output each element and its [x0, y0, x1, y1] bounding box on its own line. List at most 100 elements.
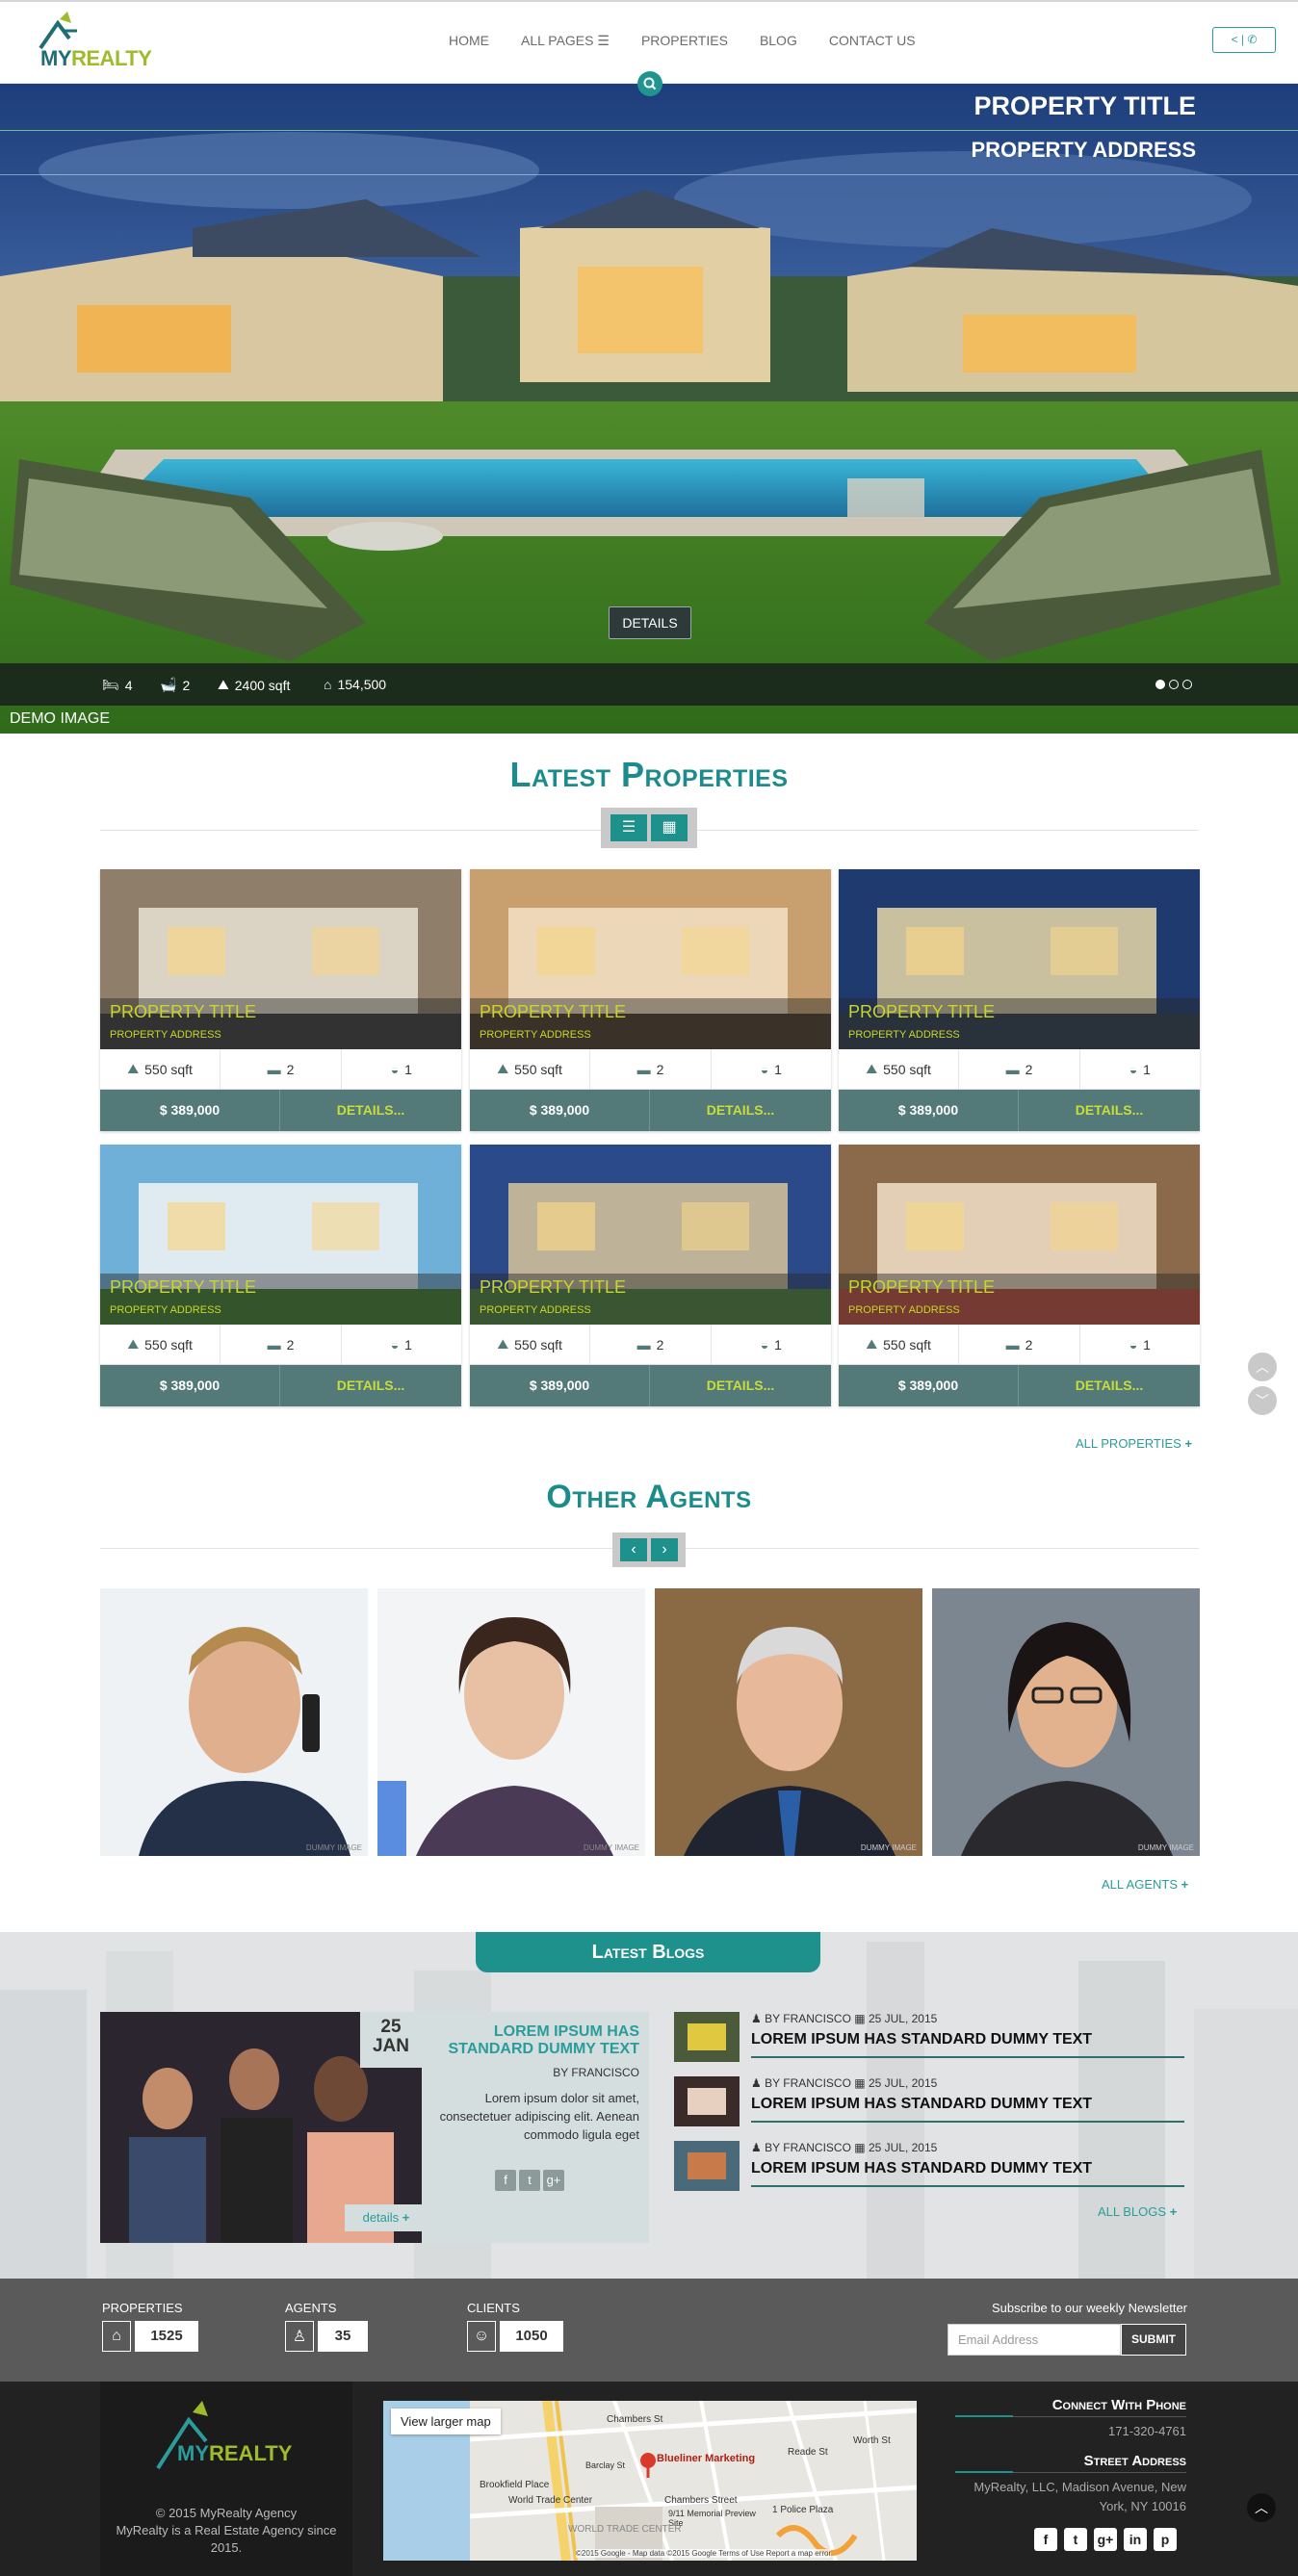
blog-author: BY FRANCISCO — [765, 2141, 851, 2154]
property-image[interactable]: PROPERTY TITLE PROPERTY ADDRESS — [470, 869, 831, 1049]
hero-price-value: 154,500 — [337, 677, 387, 692]
blog-title[interactable]: LOREM IPSUM HAS STANDARD DUMMY TEXT — [751, 2160, 1092, 2177]
google-plus-icon[interactable]: g+ — [543, 2170, 564, 2191]
facebook-icon[interactable]: f — [495, 2170, 516, 2191]
property-baths: ◒ 1 — [1080, 1325, 1200, 1364]
logo[interactable]: MYREALTY — [19, 10, 164, 77]
location-map[interactable]: View larger map Chambers St Brookfield P… — [383, 2401, 917, 2561]
property-area: ⛰ 550 sqft — [470, 1325, 591, 1364]
agent-watermark: DUMMY IMAGE — [1137, 1843, 1194, 1852]
blog-title[interactable]: LOREM IPSUM HAS STANDARD DUMMY TEXT — [751, 2096, 1092, 2113]
linkedin-icon[interactable]: in — [1124, 2528, 1147, 2551]
property-image[interactable]: PROPERTY TITLE PROPERTY ADDRESS — [100, 1145, 461, 1325]
next-arrow-icon[interactable]: › — [651, 1538, 678, 1561]
twitter-icon[interactable]: t — [1064, 2528, 1087, 2551]
agent-photo[interactable]: DUMMY IMAGE — [932, 1588, 1200, 1856]
facebook-icon[interactable]: f — [1034, 2528, 1057, 2551]
hero-baths: 🛁 2 — [160, 677, 190, 693]
blog-thumbnail[interactable] — [674, 2076, 740, 2126]
property-card[interactable]: PROPERTY TITLE PROPERTY ADDRESS ⛰ 550 sqf… — [839, 869, 1200, 1131]
nav-properties[interactable]: PROPERTIES — [641, 32, 728, 49]
property-area-value: 550 sqft — [514, 1061, 562, 1077]
featured-blog-details-button[interactable]: details + — [345, 2204, 428, 2231]
property-details-link[interactable]: DETAILS... — [280, 1365, 461, 1406]
agent-photo[interactable]: DUMMY IMAGE — [377, 1588, 645, 1856]
twitter-icon[interactable]: t — [519, 2170, 540, 2191]
blog-list-item[interactable]: ♟ BY FRANCISCO ▦ 25 JUL, 2015 LOREM IPSU… — [674, 2012, 1184, 2066]
property-title[interactable]: PROPERTY TITLE — [110, 1277, 256, 1298]
google-plus-icon[interactable]: g+ — [1094, 2528, 1117, 2551]
property-details-link[interactable]: DETAILS... — [650, 1090, 831, 1131]
hero-details-button[interactable]: DETAILS — [609, 606, 691, 639]
back-to-top-button[interactable]: ︿ — [1247, 2493, 1276, 2522]
slider-dot[interactable] — [1155, 680, 1165, 689]
all-properties-link[interactable]: ALL PROPERTIES + — [1076, 1436, 1192, 1451]
property-overlay: PROPERTY TITLE PROPERTY ADDRESS — [470, 998, 831, 1049]
property-price: $ 389,000 — [100, 1365, 280, 1406]
property-footer: $ 389,000 DETAILS... — [470, 1365, 831, 1406]
property-title[interactable]: PROPERTY TITLE — [480, 1277, 626, 1298]
property-beds-value: 2 — [1025, 1061, 1033, 1077]
property-address: PROPERTY ADDRESS — [110, 1029, 221, 1041]
footer-logo-my: MY — [177, 2441, 209, 2465]
property-price: $ 389,000 — [839, 1365, 1019, 1406]
property-title[interactable]: PROPERTY TITLE — [848, 1002, 995, 1022]
property-details-link[interactable]: DETAILS... — [280, 1090, 461, 1131]
all-blogs-link[interactable]: ALL BLOGS + — [1098, 2204, 1177, 2219]
property-card[interactable]: PROPERTY TITLE PROPERTY ADDRESS ⛰ 550 sqf… — [470, 869, 831, 1131]
slider-dot[interactable] — [1182, 680, 1192, 689]
blog-list-item[interactable]: ♟ BY FRANCISCO ▦ 25 JUL, 2015 LOREM IPSU… — [674, 2076, 1184, 2130]
share-phone-button[interactable]: < | ✆ — [1212, 27, 1276, 53]
prev-arrow-icon[interactable]: ‹ — [620, 1538, 647, 1561]
property-details-link[interactable]: DETAILS... — [650, 1365, 831, 1406]
nav-all-pages[interactable]: ALL PAGES ☰ — [521, 32, 610, 49]
property-title[interactable]: PROPERTY TITLE — [480, 1002, 626, 1022]
pinterest-icon[interactable]: p — [1154, 2528, 1177, 2551]
latest-blogs-tab: Latest Blogs — [476, 1932, 820, 1972]
blog-thumbnail[interactable] — [674, 2012, 740, 2062]
nav-home[interactable]: HOME — [449, 32, 489, 49]
property-title[interactable]: PROPERTY TITLE — [848, 1277, 995, 1298]
map-attribution: ©2015 Google - Map data ©2015 Google Ter… — [576, 2549, 832, 2558]
newsletter-email-input[interactable]: Email Address — [948, 2324, 1121, 2356]
featured-blog-title[interactable]: LOREM IPSUM HAS STANDARD DUMMY TEXT — [437, 2023, 639, 2058]
scroll-up-button[interactable]: ︿ — [1248, 1352, 1277, 1381]
property-card[interactable]: PROPERTY TITLE PROPERTY ADDRESS ⛰ 550 sqf… — [839, 1145, 1200, 1406]
property-image[interactable]: PROPERTY TITLE PROPERTY ADDRESS — [839, 1145, 1200, 1325]
phone-number[interactable]: 171-320-4761 — [1108, 2422, 1186, 2441]
property-card[interactable]: PROPERTY TITLE PROPERTY ADDRESS ⛰ 550 sqf… — [100, 1145, 461, 1406]
blog-thumbnail[interactable] — [674, 2141, 740, 2191]
property-card[interactable]: PROPERTY TITLE PROPERTY ADDRESS ⛰ 550 sqf… — [470, 1145, 831, 1406]
list-view-button[interactable]: ☰ — [610, 814, 647, 841]
user-icon: ♟ — [751, 2141, 762, 2154]
agent-photo[interactable]: DUMMY IMAGE — [100, 1588, 368, 1856]
scroll-down-button[interactable]: ﹀ — [1248, 1386, 1277, 1415]
blog-title[interactable]: LOREM IPSUM HAS STANDARD DUMMY TEXT — [751, 2031, 1092, 2048]
stat-properties: PROPERTIES ⌂ 1525 — [102, 2301, 198, 2352]
all-blogs-label: ALL BLOGS — [1098, 2204, 1167, 2219]
property-card[interactable]: PROPERTY TITLE PROPERTY ADDRESS ⛰ 550 sqf… — [100, 869, 461, 1131]
map-pin-label: Blueliner Marketing — [657, 2453, 756, 2464]
all-agents-link[interactable]: ALL AGENTS + — [1102, 1877, 1188, 1892]
property-image[interactable]: PROPERTY TITLE PROPERTY ADDRESS — [100, 869, 461, 1049]
property-image[interactable]: PROPERTY TITLE PROPERTY ADDRESS — [839, 869, 1200, 1049]
property-footer: $ 389,000 DETAILS... — [470, 1090, 831, 1131]
property-details-link[interactable]: DETAILS... — [1019, 1090, 1200, 1131]
nav-contact[interactable]: CONTACT US — [829, 32, 916, 49]
search-button[interactable] — [637, 71, 662, 96]
stat-label: CLIENTS — [467, 2301, 520, 2315]
nav-blog[interactable]: BLOG — [760, 32, 797, 49]
property-image[interactable]: PROPERTY TITLE PROPERTY ADDRESS — [470, 1145, 831, 1325]
view-larger-map-link[interactable]: View larger map — [391, 2409, 501, 2434]
property-details-link[interactable]: DETAILS... — [1019, 1365, 1200, 1406]
property-beds: ▬ 2 — [221, 1325, 342, 1364]
blog-list-item[interactable]: ♟ BY FRANCISCO ▦ 25 JUL, 2015 LOREM IPSU… — [674, 2141, 1184, 2195]
property-overlay: PROPERTY TITLE PROPERTY ADDRESS — [100, 1274, 461, 1325]
grid-view-button[interactable]: ▦ — [651, 814, 688, 841]
property-title[interactable]: PROPERTY TITLE — [110, 1002, 256, 1022]
footer-logo-icon — [156, 2401, 208, 2470]
slider-dot[interactable] — [1169, 680, 1179, 689]
newsletter-submit-button[interactable]: SUBMIT — [1121, 2324, 1186, 2356]
property-footer: $ 389,000 DETAILS... — [100, 1365, 461, 1406]
agent-photo[interactable]: DUMMY IMAGE — [655, 1588, 922, 1856]
